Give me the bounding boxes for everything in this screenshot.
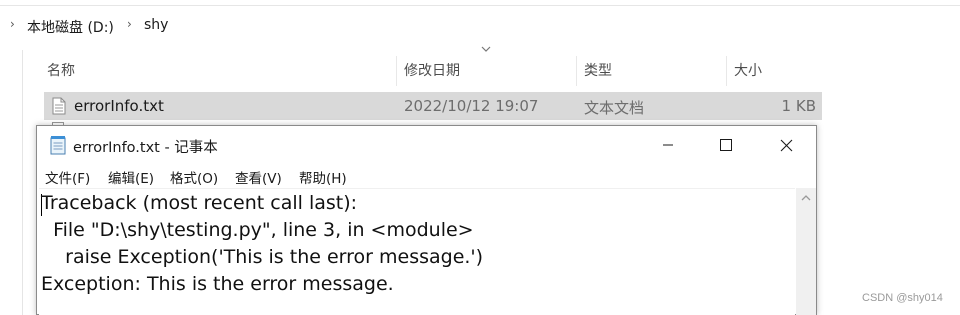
watermark: CSDN @shy014 — [862, 292, 943, 304]
editor-line: File "D:\shy\testing.py", line 3, in <mo… — [41, 219, 474, 241]
menu-help[interactable]: 帮助(H) — [299, 167, 347, 187]
text-file-icon — [52, 97, 66, 115]
address-bar[interactable]: › 本地磁盘 (D:) › shy — [0, 0, 960, 50]
editor-line: Traceback (most recent call last): — [41, 192, 358, 214]
notepad-icon — [50, 136, 66, 155]
file-modified-date: 2022/10/12 19:07 — [404, 97, 539, 115]
column-header-name[interactable]: 名称 — [47, 60, 75, 80]
editor-line: Exception: This is the error message. — [41, 273, 394, 295]
minimize-icon — [663, 144, 673, 146]
file-size: 1 KB — [781, 97, 816, 115]
maximize-icon — [720, 139, 732, 151]
column-header-date[interactable]: 修改日期 — [404, 60, 460, 80]
address-bar-border — [0, 5, 960, 6]
text-editor[interactable]: Traceback (most recent call last): File … — [39, 188, 795, 315]
close-icon — [780, 139, 792, 151]
close-button[interactable] — [757, 126, 815, 164]
column-divider[interactable] — [726, 56, 727, 86]
chevron-right-icon[interactable]: › — [127, 17, 132, 31]
menu-bar: 文件(F) 编辑(E) 格式(O) 查看(V) 帮助(H) — [37, 164, 816, 188]
scroll-up-arrow-icon[interactable] — [801, 194, 811, 202]
column-header-type[interactable]: 类型 — [584, 60, 612, 80]
breadcrumb-folder[interactable]: shy — [144, 17, 168, 33]
minimize-button[interactable] — [639, 126, 697, 164]
file-type: 文本文档 — [584, 99, 645, 117]
file-name: errorInfo.txt — [74, 97, 164, 115]
file-row-selected[interactable]: errorInfo.txt 2022/10/12 19:07 文本文档 1 KB — [44, 92, 822, 120]
chevron-right-icon[interactable]: › — [10, 17, 15, 31]
title-bar[interactable]: errorInfo.txt - 记事本 — [37, 126, 816, 164]
nav-pane-divider — [22, 50, 23, 315]
maximize-button[interactable] — [697, 126, 755, 164]
sort-down-icon — [481, 46, 491, 52]
editor-line: raise Exception('This is the error messa… — [41, 246, 484, 268]
menu-file[interactable]: 文件(F) — [45, 167, 90, 187]
notepad-window[interactable]: errorInfo.txt - 记事本 文件(F) 编辑(E) 格式(O) 查看… — [36, 125, 817, 315]
column-header-size[interactable]: 大小 — [734, 60, 762, 80]
breadcrumb-drive[interactable]: 本地磁盘 (D:) — [27, 17, 114, 37]
vertical-scrollbar[interactable] — [796, 188, 816, 315]
menu-view[interactable]: 查看(V) — [235, 167, 282, 187]
menu-edit[interactable]: 编辑(E) — [108, 167, 154, 187]
menu-format[interactable]: 格式(O) — [170, 167, 218, 187]
window-title: errorInfo.txt - 记事本 — [73, 140, 218, 156]
column-divider[interactable] — [576, 56, 577, 86]
column-divider[interactable] — [396, 56, 397, 86]
